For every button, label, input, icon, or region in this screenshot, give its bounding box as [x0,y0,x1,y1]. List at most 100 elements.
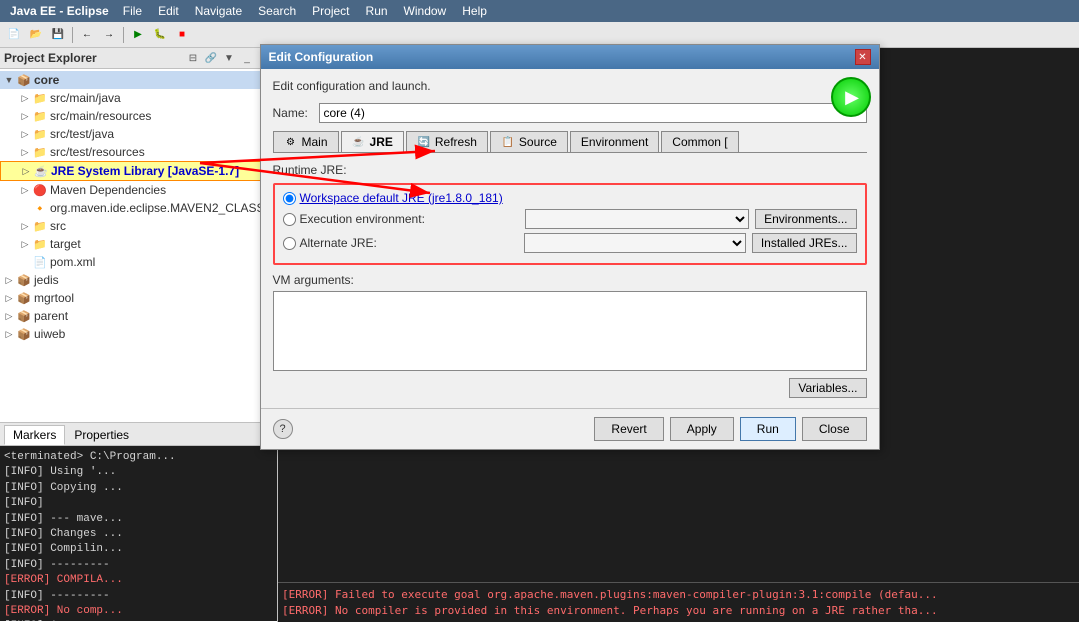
tab-properties[interactable]: Properties [65,425,138,445]
alt-jre-label: Alternate JRE: [300,236,520,250]
tree-item-src-main-resources[interactable]: ▷ 📁 src/main/resources [0,107,277,125]
run-button-large[interactable]: ▶ [831,77,871,117]
classpath-icon: 🔸 [32,200,48,216]
config-tabs: ⚙ Main ☕ JRE 🔄 Refresh 📋 Source [273,131,867,153]
error-area: [ERROR] Failed to execute goal org.apach… [278,582,1079,622]
expand-src-test: ▷ [18,127,32,141]
tree-item-pom[interactable]: 📄 pom.xml [0,253,277,271]
collapse-all-icon[interactable]: ⊟ [185,50,201,66]
exec-env-dropdown[interactable] [525,209,749,229]
tab-env-label: Environment [581,135,648,149]
tree-item-src-main-java[interactable]: ▷ 📁 src/main/java [0,89,277,107]
error-line1: [ERROR] Failed to execute goal org.apach… [282,587,1075,602]
radio-exec-env[interactable] [283,213,296,226]
run-button[interactable]: Run [740,417,796,441]
tab-refresh[interactable]: 🔄 Refresh [406,131,488,152]
tree-label-target: target [50,237,81,251]
revert-button[interactable]: Revert [594,417,663,441]
tree-item-src-test-java[interactable]: ▷ 📁 src/test/java [0,125,277,143]
tree-item-maven-deps[interactable]: ▷ 🔴 Maven Dependencies [0,181,277,199]
expand-pom [18,255,32,269]
tab-refresh-label: Refresh [435,135,477,149]
expand-uiweb: ▷ [2,327,16,341]
tree-item-target[interactable]: ▷ 📁 target [0,235,277,253]
tab-source[interactable]: 📋 Source [490,131,568,152]
expand-maven: ▷ [18,183,32,197]
tab-common-label: Common [ [672,135,727,149]
console-area: <terminated> C:\Program... [INFO] Using … [0,446,277,621]
close-dialog-button[interactable]: ✕ [855,49,871,65]
tab-environment[interactable]: Environment [570,131,659,152]
dialog-footer: ? Revert Apply Run Close [261,408,879,449]
minimize-icon[interactable]: _ [239,50,255,66]
expand-parent: ▷ [2,309,16,323]
close-button[interactable]: Close [802,417,867,441]
tree-item-classpath[interactable]: 🔸 org.maven.ide.eclipse.MAVEN2_CLASSPATH… [0,199,277,217]
project-tree: ▼ 📦 core ▷ 📁 src/main/java ▷ 📁 src/main/… [0,69,277,422]
menu-edit[interactable]: Edit [150,2,187,20]
radio-alt-jre[interactable] [283,237,296,250]
runtime-jre-label: Runtime JRE: [273,163,867,177]
expand-classpath [18,201,32,215]
console-line-6: [INFO] Compilin... [4,542,273,557]
menu-window[interactable]: Window [396,2,455,20]
link-icon[interactable]: 🔗 [203,50,219,66]
toolbar-save[interactable]: 💾 [48,25,68,45]
alt-jre-dropdown[interactable] [524,233,746,253]
toolbar-new[interactable]: 📄 [4,25,24,45]
maven-icon: 🔴 [32,182,48,198]
source-tab-icon: 📋 [501,135,515,149]
toolbar-back[interactable]: ← [77,25,97,45]
toolbar-run[interactable]: ▶ [128,25,148,45]
toolbar-open[interactable]: 📂 [26,25,46,45]
tab-source-label: Source [519,135,557,149]
toolbar-debug[interactable]: 🐛 [150,25,170,45]
workspace-jre-row: Workspace default JRE (jre1.8.0_181) [283,191,857,205]
tab-jre[interactable]: ☕ JRE [341,131,404,152]
tree-item-jre[interactable]: ▷ ☕ JRE System Library [JavaSE-1.7] [0,161,277,181]
help-button[interactable]: ? [273,419,293,439]
menu-help[interactable]: Help [454,2,495,20]
tab-main[interactable]: ⚙ Main [273,131,339,152]
uiweb-icon: 📦 [16,326,32,342]
menu-run[interactable]: Run [358,2,396,20]
tree-item-uiweb[interactable]: ▷ 📦 uiweb [0,325,277,343]
tree-item-mgrtool[interactable]: ▷ 📦 mgrtool [0,289,277,307]
environments-button[interactable]: Environments... [755,209,856,229]
expand-jre: ▷ [19,164,33,178]
folder-icon3: 📁 [32,126,48,142]
tree-label-pom: pom.xml [50,255,95,269]
tab-common[interactable]: Common [ [661,131,738,152]
tab-main-label: Main [302,135,328,149]
menu-navigate[interactable]: Navigate [187,2,250,20]
name-input[interactable] [319,103,867,123]
run-triangle-icon: ▶ [845,87,859,108]
apply-button[interactable]: Apply [670,417,734,441]
dialog-titlebar: Edit Configuration ✕ [261,45,879,69]
tree-item-core[interactable]: ▼ 📦 core [0,71,277,89]
tab-markers[interactable]: Markers [4,425,65,445]
console-line-10: [ERROR] No comp... [4,604,273,619]
menu-file[interactable]: File [115,2,150,20]
tree-item-src-test-resources[interactable]: ▷ 📁 src/test/resources [0,143,277,161]
name-row: Name: [273,103,867,123]
panel-title: Project Explorer [4,51,97,65]
panel-menu-icon[interactable]: ▼ [221,50,237,66]
workspace-jre-label[interactable]: Workspace default JRE (jre1.8.0_181) [300,191,503,205]
folder-icon2: 📁 [32,108,48,124]
tree-item-jedis[interactable]: ▷ 📦 jedis [0,271,277,289]
menu-search[interactable]: Search [250,2,304,20]
vm-args-textarea[interactable] [273,291,867,371]
tree-item-parent[interactable]: ▷ 📦 parent [0,307,277,325]
folder-icon: 📁 [32,90,48,106]
toolbar-sep1 [72,27,73,43]
variables-button[interactable]: Variables... [789,378,866,398]
menu-project[interactable]: Project [304,2,357,20]
tree-item-src[interactable]: ▷ 📁 src [0,217,277,235]
expand-core: ▼ [2,73,16,87]
installed-jres-button[interactable]: Installed JREs... [752,233,857,253]
expand-target: ▷ [18,237,32,251]
toolbar-stop[interactable]: ■ [172,25,192,45]
radio-workspace-jre[interactable] [283,192,296,205]
toolbar-forward[interactable]: → [99,25,119,45]
